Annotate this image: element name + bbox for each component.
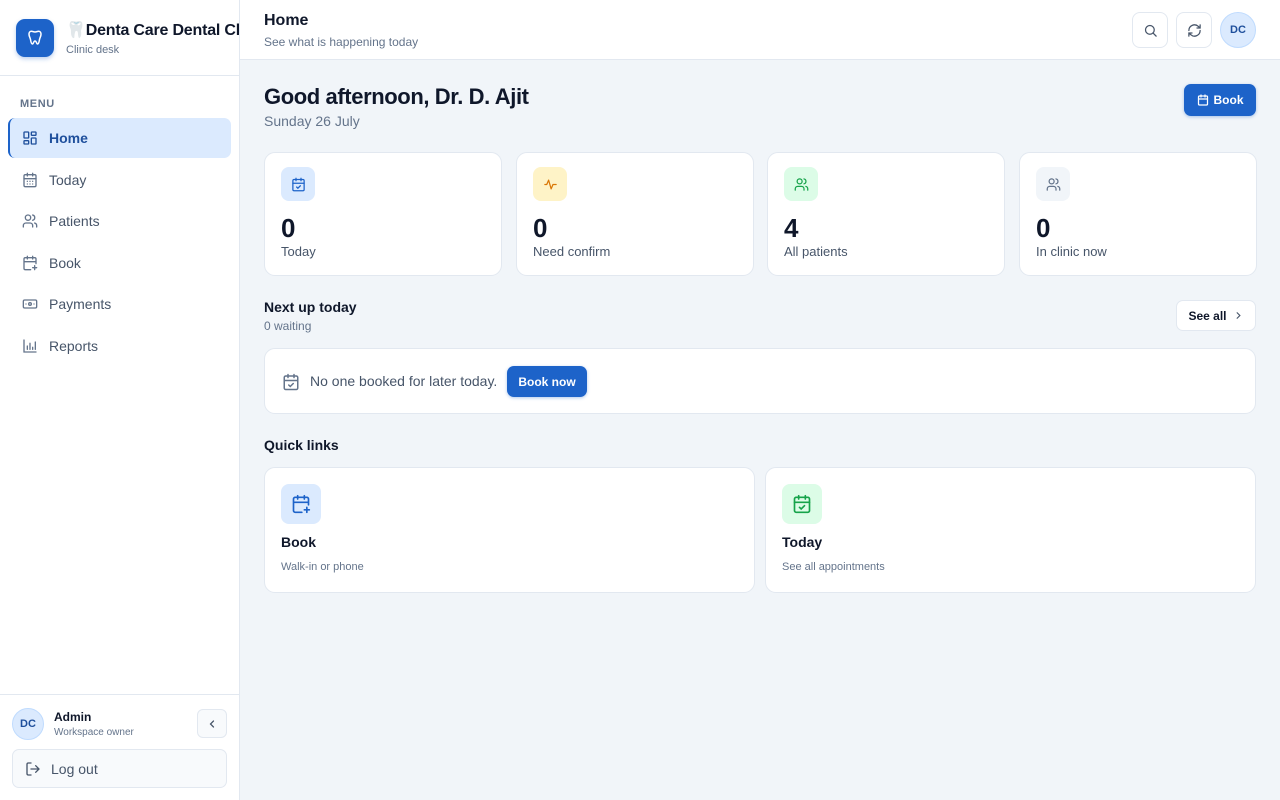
user-name: Admin: [54, 710, 92, 724]
stat-value: 0: [281, 213, 296, 243]
sidebar-item-reports[interactable]: Reports: [8, 326, 231, 366]
page-subtitle: See what is happening today: [264, 35, 419, 49]
avatar: DC: [12, 708, 44, 740]
menu-label: MENU: [20, 98, 55, 110]
sidebar-item-home[interactable]: Home: [8, 118, 231, 158]
users-icon: [784, 167, 818, 201]
stat-label: In clinic now: [1036, 244, 1107, 259]
calendar-check-icon: [281, 167, 315, 201]
stat-card-today[interactable]: 0 Today: [264, 152, 502, 276]
next-up-empty-card: No one booked for later today. Book now: [264, 348, 1256, 414]
user-role: Workspace owner: [54, 727, 134, 738]
quick-links-title: Quick links: [264, 437, 339, 453]
sidebar-item-label: Today: [49, 171, 87, 188]
calendar-plus-icon: [281, 484, 321, 524]
chevron-right-icon: [1233, 310, 1244, 321]
users-icon: [22, 213, 38, 229]
page-title: Home: [264, 12, 309, 29]
user-profile[interactable]: DC Admin Workspace owner: [12, 708, 134, 740]
sidebar-footer: DC Admin Workspace owner Log out: [0, 694, 239, 800]
logout-button[interactable]: Log out: [12, 749, 227, 788]
calendar-check-icon: [282, 373, 300, 391]
calendar-check-icon: [782, 484, 822, 524]
see-all-button[interactable]: See all: [1176, 300, 1256, 331]
sidebar-item-label: Book: [49, 254, 81, 271]
tooth-logo-icon[interactable]: [16, 18, 54, 57]
see-all-label: See all: [1188, 308, 1227, 323]
stat-label: Need confirm: [533, 244, 611, 259]
quick-link-title: Book: [281, 534, 316, 550]
book-button[interactable]: Book: [1184, 84, 1256, 116]
header-avatar[interactable]: DC: [1220, 12, 1256, 48]
log-out-icon: [25, 761, 41, 777]
stat-card-need-confirm[interactable]: 0 Need confirm: [516, 152, 754, 276]
home-grid-icon: [22, 130, 38, 146]
quick-link-subtitle: Walk-in or phone: [281, 561, 364, 573]
current-date: Sunday 26 July: [264, 113, 360, 129]
next-up-subtitle: 0 waiting: [264, 319, 312, 333]
refresh-icon: [1187, 23, 1202, 38]
calendar-icon: [1197, 94, 1209, 106]
stat-label: Today: [281, 244, 316, 259]
sidebar: 🦷Denta Care Dental Clinic Clinic desk ME…: [0, 0, 240, 800]
empty-message: No one booked for later today.: [310, 373, 498, 389]
brand: 🦷Denta Care Dental Clinic Clinic desk: [0, 0, 239, 76]
quick-link-title: Today: [782, 534, 823, 550]
search-icon: [1143, 23, 1158, 38]
sidebar-item-label: Patients: [49, 213, 100, 229]
next-up-title: Next up today: [264, 299, 357, 315]
stat-value: 0: [1036, 213, 1051, 243]
stat-value: 4: [784, 213, 799, 243]
sidebar-nav: Home Today Patients Book Payments Report…: [8, 118, 231, 367]
quick-link-subtitle: See all appointments: [782, 561, 885, 573]
sidebar-item-label: Reports: [49, 337, 99, 354]
top-header: Home See what is happening today DC: [240, 0, 1280, 60]
book-button-label: Book: [1213, 93, 1244, 107]
users-icon: [1036, 167, 1070, 201]
sidebar-item-label: Payments: [49, 296, 112, 312]
sidebar-item-patients[interactable]: Patients: [8, 201, 231, 241]
greeting: Good afternoon, Dr. D. Ajit: [264, 84, 529, 109]
chevron-left-icon: [206, 718, 218, 730]
calendar-icon: [22, 172, 38, 188]
banknote-icon: [22, 296, 38, 312]
quick-link-today[interactable]: Today See all appointments: [765, 467, 1256, 593]
stat-value: 0: [533, 213, 548, 243]
quick-link-book[interactable]: Book Walk-in or phone: [264, 467, 755, 593]
sidebar-item-book[interactable]: Book: [8, 243, 231, 283]
stat-label: All patients: [784, 244, 848, 259]
collapse-sidebar-button[interactable]: [197, 709, 227, 738]
sidebar-item-today[interactable]: Today: [8, 160, 231, 200]
calendar-plus-icon: [22, 255, 38, 271]
book-now-button[interactable]: Book now: [507, 366, 587, 397]
sidebar-item-payments[interactable]: Payments: [8, 284, 231, 324]
refresh-button[interactable]: [1176, 12, 1212, 48]
activity-icon: [533, 167, 567, 201]
stat-card-in-clinic[interactable]: 0 In clinic now: [1019, 152, 1257, 276]
brand-subtitle: Clinic desk: [66, 43, 120, 56]
brand-title: 🦷Denta Care Dental Clinic: [66, 21, 239, 39]
bar-chart-icon: [22, 338, 38, 354]
logout-label: Log out: [51, 760, 98, 777]
stat-card-all-patients[interactable]: 4 All patients: [767, 152, 1005, 276]
search-button[interactable]: [1132, 12, 1168, 48]
sidebar-item-label: Home: [49, 130, 88, 146]
